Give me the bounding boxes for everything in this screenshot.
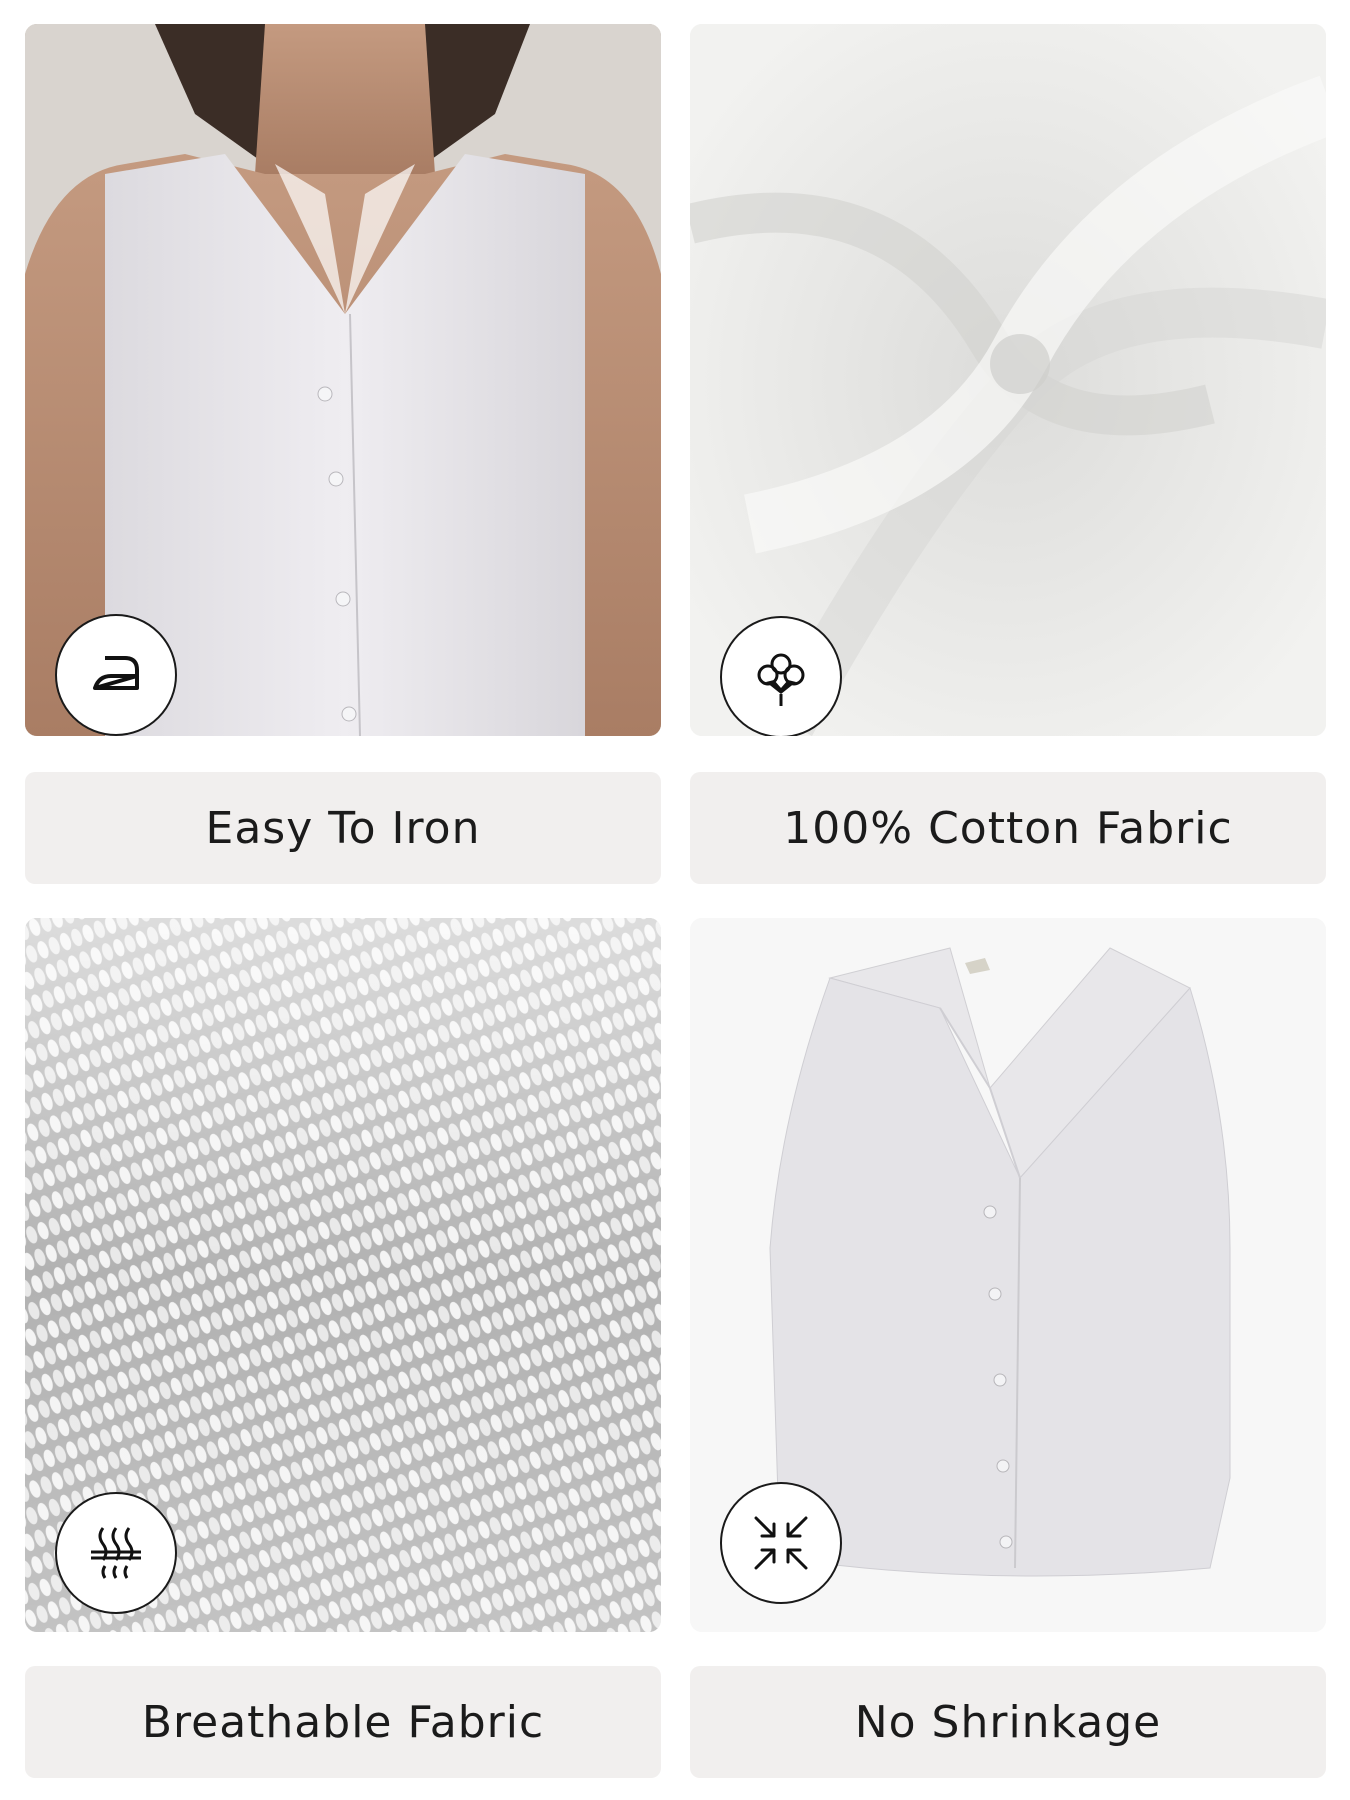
- cotton-badge: [720, 616, 842, 736]
- feature-label-breathable-fabric: Breathable Fabric: [25, 1666, 661, 1778]
- cotton-fabric-photo: [690, 24, 1326, 736]
- feature-label-cotton-fabric: 100% Cotton Fabric: [690, 772, 1326, 884]
- breathable-heat-icon: [91, 1527, 141, 1579]
- model-photo: [25, 24, 661, 736]
- product-flatlay-photo: [690, 918, 1326, 1632]
- iron-icon: [93, 656, 139, 690]
- iron-badge: [55, 614, 177, 736]
- fabric-weave-photo: [25, 918, 661, 1632]
- feature-label-no-shrinkage: No Shrinkage: [690, 1666, 1326, 1778]
- cotton-flower-icon: [757, 653, 805, 706]
- no-shrink-badge: [720, 1482, 842, 1604]
- no-shrink-arrows-icon: [754, 1516, 808, 1570]
- feature-label-easy-to-iron: Easy To Iron: [25, 772, 661, 884]
- breathable-badge: [55, 1492, 177, 1614]
